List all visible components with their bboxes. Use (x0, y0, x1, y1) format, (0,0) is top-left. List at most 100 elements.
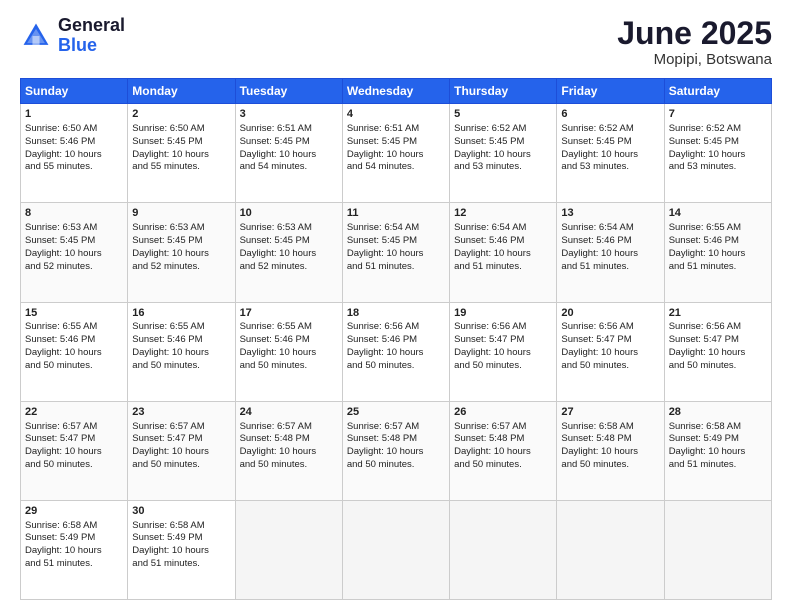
sunset-text: Sunset: 5:48 PM (240, 433, 310, 444)
sunrise-text: Sunrise: 6:57 AM (25, 421, 97, 432)
daylight-text: Daylight: 10 hoursand 51 minutes. (561, 248, 638, 272)
logo-icon (20, 20, 52, 52)
day-number: 18 (347, 306, 445, 321)
day-number: 27 (561, 405, 659, 420)
day-number: 1 (25, 107, 123, 122)
sunset-text: Sunset: 5:45 PM (454, 136, 524, 147)
day-number: 24 (240, 405, 338, 420)
table-row: 26Sunrise: 6:57 AMSunset: 5:48 PMDayligh… (450, 401, 557, 500)
day-number: 29 (25, 504, 123, 519)
daylight-text: Daylight: 10 hoursand 50 minutes. (561, 347, 638, 371)
table-row: 15Sunrise: 6:55 AMSunset: 5:46 PMDayligh… (21, 302, 128, 401)
logo-text: General Blue (58, 16, 125, 56)
table-row: 24Sunrise: 6:57 AMSunset: 5:48 PMDayligh… (235, 401, 342, 500)
page: General Blue June 2025 Mopipi, Botswana … (0, 0, 792, 612)
sunset-text: Sunset: 5:47 PM (132, 433, 202, 444)
sunrise-text: Sunrise: 6:55 AM (25, 321, 97, 332)
sunrise-text: Sunrise: 6:58 AM (25, 520, 97, 531)
sunset-text: Sunset: 5:45 PM (347, 136, 417, 147)
sunrise-text: Sunrise: 6:53 AM (240, 222, 312, 233)
daylight-text: Daylight: 10 hoursand 50 minutes. (132, 446, 209, 470)
sunrise-text: Sunrise: 6:56 AM (561, 321, 633, 332)
sunrise-text: Sunrise: 6:52 AM (454, 123, 526, 134)
sunset-text: Sunset: 5:46 PM (347, 334, 417, 345)
daylight-text: Daylight: 10 hoursand 51 minutes. (454, 248, 531, 272)
table-row: 21Sunrise: 6:56 AMSunset: 5:47 PMDayligh… (664, 302, 771, 401)
daylight-text: Daylight: 10 hoursand 51 minutes. (669, 248, 746, 272)
sunset-text: Sunset: 5:45 PM (240, 235, 310, 246)
table-row: 5Sunrise: 6:52 AM Sunset: 5:45 PM Daylight… (450, 104, 557, 203)
sunrise-text: Sunrise: 6:50 AM (25, 123, 97, 134)
daylight-text: Daylight: 10 hoursand 53 minutes. (561, 149, 638, 173)
daylight-text: Daylight: 10 hoursand 52 minutes. (132, 248, 209, 272)
sunrise-text: Sunrise: 6:55 AM (240, 321, 312, 332)
table-row: 6Sunrise: 6:52 AMSunset: 5:45 PMDaylight… (557, 104, 664, 203)
table-row: 1Sunrise: 6:50 AMSunset: 5:46 PMDaylight… (21, 104, 128, 203)
table-row: 19Sunrise: 6:56 AMSunset: 5:47 PMDayligh… (450, 302, 557, 401)
calendar-table: Sunday Monday Tuesday Wednesday Thursday… (20, 78, 772, 600)
sunset-text: Sunset: 5:47 PM (561, 334, 631, 345)
daylight-text: Daylight: 10 hoursand 50 minutes. (669, 347, 746, 371)
day-number: 22 (25, 405, 123, 420)
day-number: 20 (561, 306, 659, 321)
sunset-text: Sunset: 5:47 PM (669, 334, 739, 345)
col-wednesday: Wednesday (342, 79, 449, 104)
sunrise-text: Sunrise: 6:54 AM (347, 222, 419, 233)
sunset-text: Sunset: 5:49 PM (669, 433, 739, 444)
sunrise-text: Sunrise: 6:51 AM (347, 123, 419, 134)
location: Mopipi, Botswana (617, 51, 772, 68)
col-sunday: Sunday (21, 79, 128, 104)
sunset-text: Sunset: 5:46 PM (240, 334, 310, 345)
calendar-week-3: 15Sunrise: 6:55 AMSunset: 5:46 PMDayligh… (21, 302, 772, 401)
sunset-text: Sunset: 5:46 PM (561, 235, 631, 246)
sunset-text: Sunset: 5:45 PM (132, 235, 202, 246)
sunrise-text: Sunrise: 6:58 AM (132, 520, 204, 531)
daylight-text: Daylight: 10 hoursand 50 minutes. (561, 446, 638, 470)
sunset-text: Sunset: 5:45 PM (669, 136, 739, 147)
table-row: 28Sunrise: 6:58 AMSunset: 5:49 PMDayligh… (664, 401, 771, 500)
sunset-text: Sunset: 5:45 PM (347, 235, 417, 246)
table-row: 18Sunrise: 6:56 AMSunset: 5:46 PMDayligh… (342, 302, 449, 401)
day-number: 17 (240, 306, 338, 321)
table-row (450, 500, 557, 599)
table-row: 3Sunrise: 6:51 AMSunset: 5:45 PMDaylight… (235, 104, 342, 203)
day-number: 25 (347, 405, 445, 420)
daylight-text: Daylight: 10 hoursand 53 minutes. (454, 149, 531, 173)
sunrise-text: Sunrise: 6:53 AM (132, 222, 204, 233)
sunrise-text: Sunrise: 6:54 AM (561, 222, 633, 233)
table-row: 4Sunrise: 6:51 AMSunset: 5:45 PMDaylight… (342, 104, 449, 203)
title-block: June 2025 Mopipi, Botswana (617, 16, 772, 68)
sunrise-text: Sunrise: 6:58 AM (561, 421, 633, 432)
day-number: 4 (347, 107, 445, 122)
day-number: 21 (669, 306, 767, 321)
table-row: 9Sunrise: 6:53 AMSunset: 5:45 PMDaylight… (128, 203, 235, 302)
daylight-text: Daylight: 10 hoursand 55 minutes. (25, 149, 102, 173)
calendar-week-4: 22Sunrise: 6:57 AMSunset: 5:47 PMDayligh… (21, 401, 772, 500)
table-row: 10Sunrise: 6:53 AMSunset: 5:45 PMDayligh… (235, 203, 342, 302)
sunset-text: Sunset: 5:49 PM (25, 532, 95, 543)
daylight-text: Daylight: 10 hoursand 50 minutes. (240, 347, 317, 371)
day-number: 7 (669, 107, 767, 122)
calendar-week-2: 8 Sunrise: 6:53 AM Sunset: 5:45 PM Daylight… (21, 203, 772, 302)
table-row: 23Sunrise: 6:57 AMSunset: 5:47 PMDayligh… (128, 401, 235, 500)
daylight-text: Daylight: 10 hoursand 50 minutes. (347, 347, 424, 371)
day-number: 5 (454, 107, 552, 122)
col-friday: Friday (557, 79, 664, 104)
daylight-text: Daylight: 10 hoursand 50 minutes. (132, 347, 209, 371)
sunset-text: Sunset: 5:45 PM (561, 136, 631, 147)
sunrise-text: Sunrise: 6:57 AM (132, 421, 204, 432)
day-number: 10 (240, 206, 338, 221)
table-row (342, 500, 449, 599)
table-row: 12Sunrise: 6:54 AMSunset: 5:46 PMDayligh… (450, 203, 557, 302)
day-number: 8 (25, 206, 123, 221)
header: General Blue June 2025 Mopipi, Botswana (20, 16, 772, 68)
sunrise-text: Sunrise: 6:50 AM (132, 123, 204, 134)
day-number: 3 (240, 107, 338, 122)
table-row: 22Sunrise: 6:57 AMSunset: 5:47 PMDayligh… (21, 401, 128, 500)
calendar-week-1: 1Sunrise: 6:50 AMSunset: 5:46 PMDaylight… (21, 104, 772, 203)
logo-general-text: General (58, 16, 125, 36)
sunset-text: Sunset: 5:49 PM (132, 532, 202, 543)
table-row: 8Sunrise: 6:53 AMSunset: 5:45 PMDaylight… (21, 203, 128, 302)
table-row: 17Sunrise: 6:55 AM Sunset: 5:46 PM Dayligh… (235, 302, 342, 401)
sunset-text: Sunset: 5:45 PM (240, 136, 310, 147)
